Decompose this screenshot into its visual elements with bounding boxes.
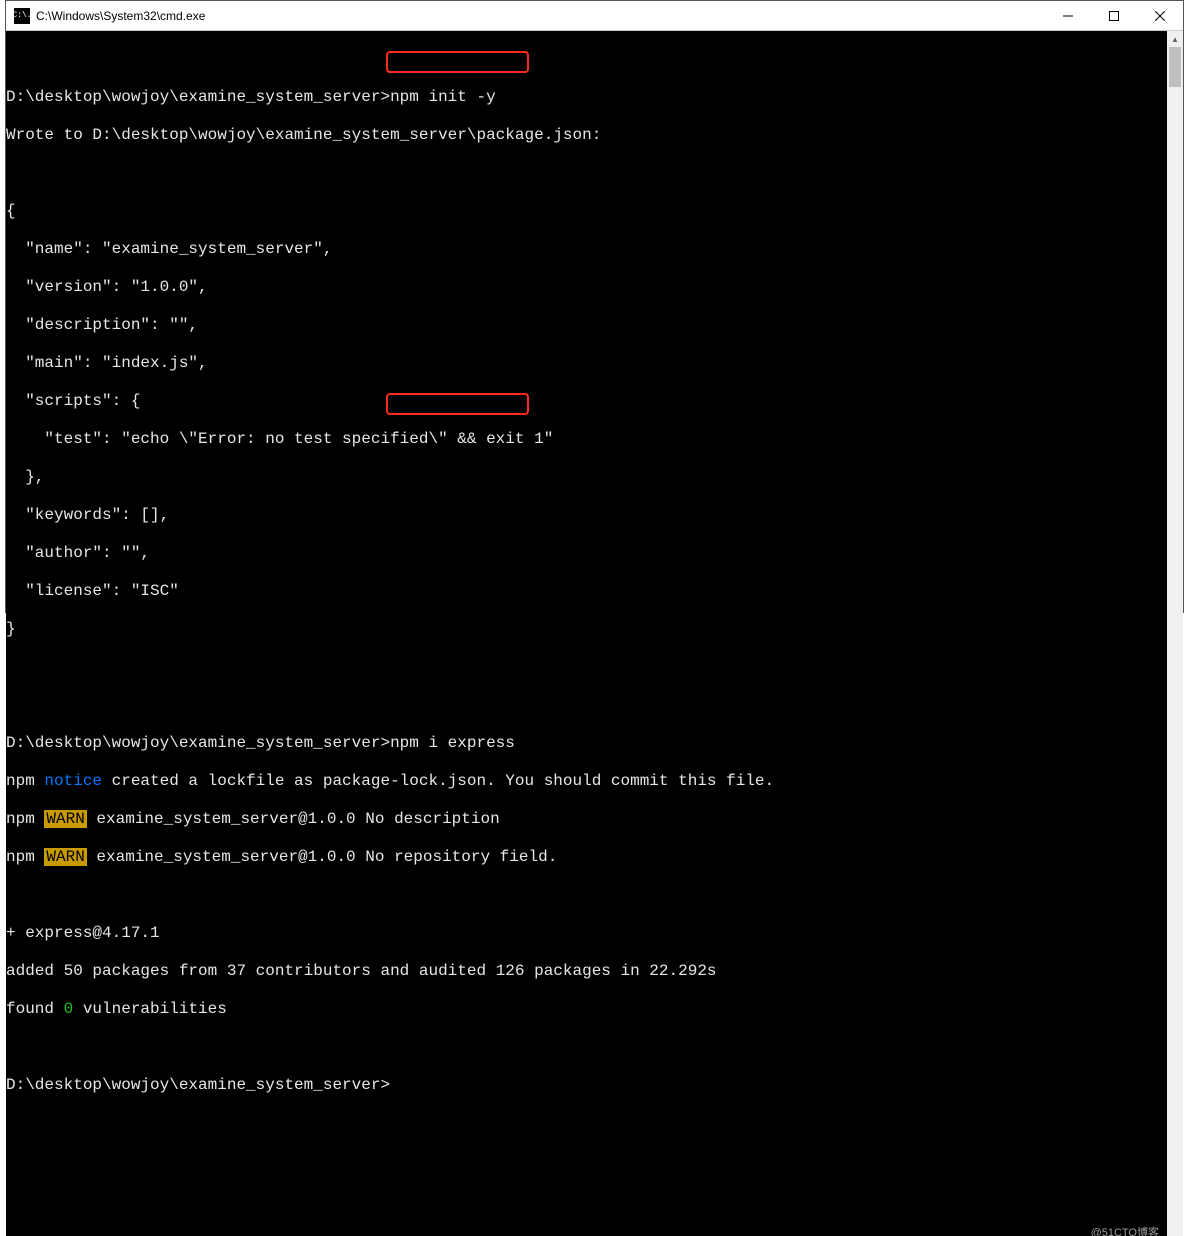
found-text: vulnerabilities xyxy=(73,1000,227,1018)
json-line: }, xyxy=(6,468,1167,487)
json-line: "author": "", xyxy=(6,544,1167,563)
npm-label: npm xyxy=(6,848,44,866)
vuln-count: 0 xyxy=(64,1000,74,1018)
window-controls xyxy=(1045,1,1183,31)
scroll-down-icon[interactable]: ▾ xyxy=(1167,1231,1183,1236)
json-line: } xyxy=(6,620,1167,639)
added-packages-line: added 50 packages from 37 contributors a… xyxy=(6,962,1167,981)
cmd-icon: C:\. xyxy=(14,8,30,24)
scroll-thumb[interactable] xyxy=(1169,47,1181,87)
prompt: D:\desktop\wowjoy\examine_system_server> xyxy=(6,734,390,752)
json-line: { xyxy=(6,202,1167,221)
express-version-line: + express@4.17.1 xyxy=(6,924,1167,943)
watermark: @51CTO博客 xyxy=(1091,1224,1159,1236)
json-line: "version": "1.0.0", xyxy=(6,278,1167,297)
notice-word: notice xyxy=(44,772,102,790)
npm-label: npm xyxy=(6,772,44,790)
json-line: "description": "", xyxy=(6,316,1167,335)
warn-word: WARN xyxy=(44,848,86,866)
titlebar: C:\. C:\Windows\System32\cmd.exe xyxy=(6,1,1183,31)
prompt: D:\desktop\wowjoy\examine_system_server> xyxy=(6,1076,390,1094)
notice-text: created a lockfile as package-lock.json.… xyxy=(102,772,774,790)
json-line: "main": "index.js", xyxy=(6,354,1167,373)
terminal-area: D:\desktop\wowjoy\examine_system_server>… xyxy=(6,31,1183,1236)
prompt: D:\desktop\wowjoy\examine_system_server> xyxy=(6,88,390,106)
cmd-window: C:\. C:\Windows\System32\cmd.exe D:\desk… xyxy=(5,0,1184,613)
scroll-up-icon[interactable]: ▴ xyxy=(1167,31,1183,47)
json-line: "test": "echo \"Error: no test specified… xyxy=(6,430,1167,449)
terminal[interactable]: D:\desktop\wowjoy\examine_system_server>… xyxy=(6,31,1167,1236)
json-line: "keywords": [], xyxy=(6,506,1167,525)
json-line: "scripts": { xyxy=(6,392,1167,411)
npm-label: npm xyxy=(6,810,44,828)
maximize-button[interactable] xyxy=(1091,1,1137,31)
vertical-scrollbar[interactable]: ▴ ▾ xyxy=(1167,31,1183,1236)
minimize-button[interactable] xyxy=(1045,1,1091,31)
command-npm-init: npm init -y xyxy=(390,88,496,106)
warn-word: WARN xyxy=(44,810,86,828)
json-line: "license": "ISC" xyxy=(6,582,1167,601)
output-line: Wrote to D:\desktop\wowjoy\examine_syste… xyxy=(6,126,1167,145)
close-button[interactable] xyxy=(1137,1,1183,31)
command-npm-i-express: npm i express xyxy=(390,734,515,752)
cmd-icon-text: C:\. xyxy=(12,11,31,20)
found-text: found xyxy=(6,1000,64,1018)
warn-text: examine_system_server@1.0.0 No descripti… xyxy=(87,810,500,828)
warn-text: examine_system_server@1.0.0 No repositor… xyxy=(87,848,557,866)
window-title: C:\Windows\System32\cmd.exe xyxy=(36,9,1045,23)
json-line: "name": "examine_system_server", xyxy=(6,240,1167,259)
